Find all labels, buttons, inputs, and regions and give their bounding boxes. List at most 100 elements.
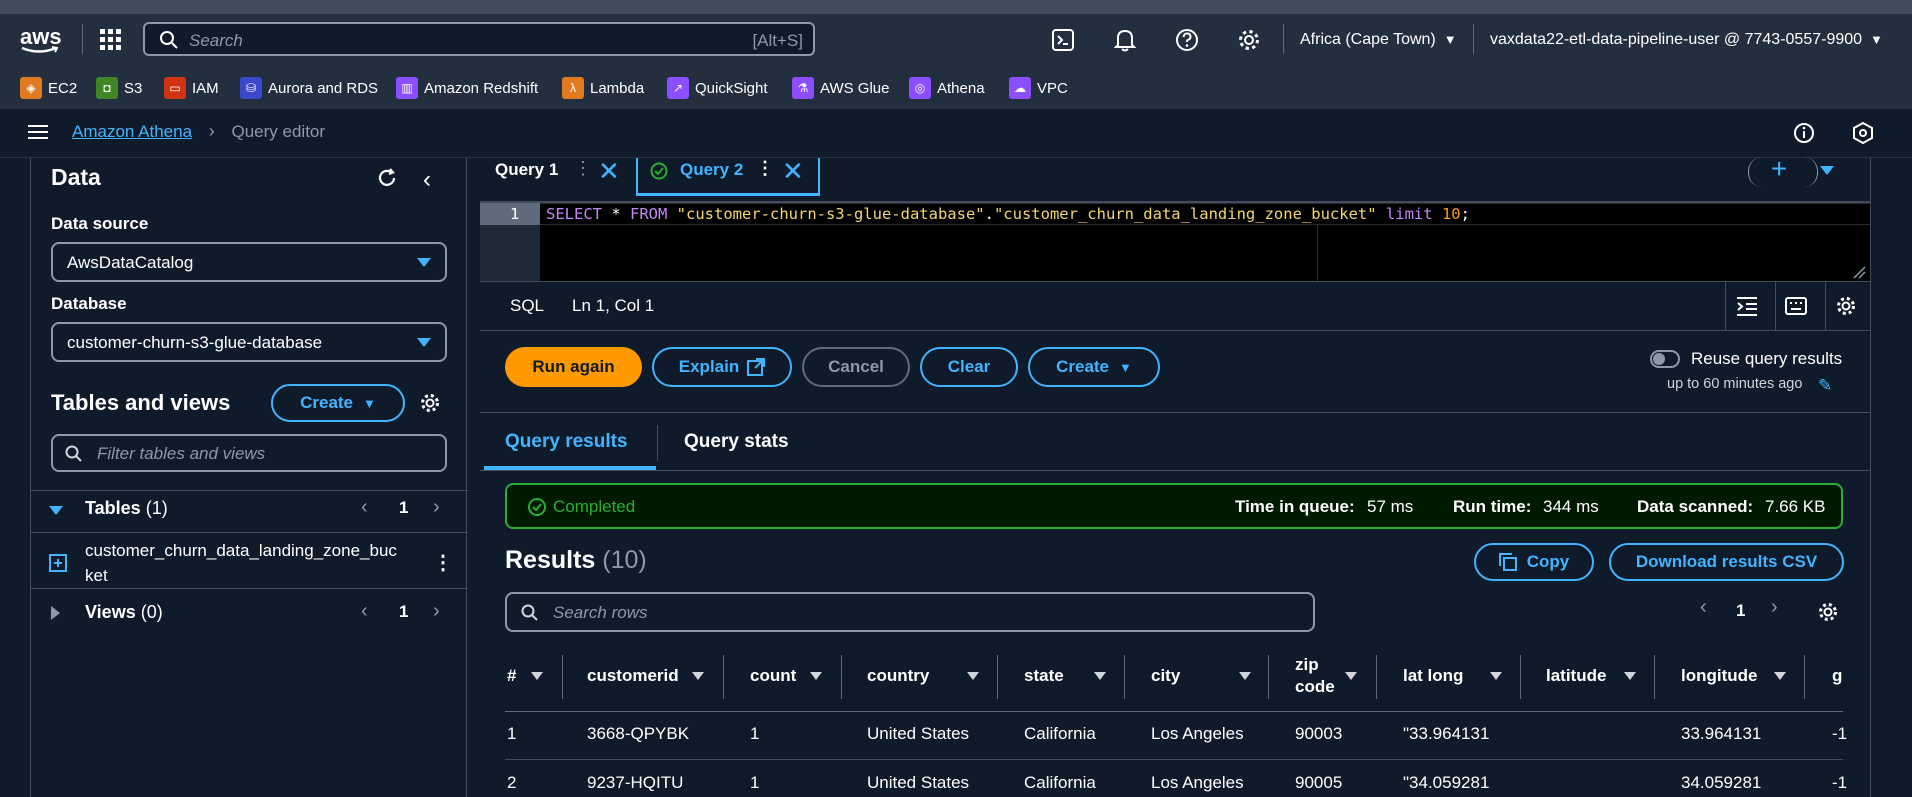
column-header-lat-long[interactable]: lat long bbox=[1403, 666, 1463, 686]
column-separator[interactable] bbox=[1804, 655, 1805, 699]
column-separator[interactable] bbox=[1520, 655, 1521, 699]
chevron-right-icon[interactable]: › bbox=[1771, 596, 1778, 619]
run-again-button[interactable]: Run again bbox=[505, 347, 642, 387]
tables-page-number[interactable]: 1 bbox=[399, 498, 408, 518]
reuse-results-toggle[interactable] bbox=[1650, 350, 1680, 368]
column-header-state[interactable]: state bbox=[1024, 666, 1064, 686]
column-header-country[interactable]: country bbox=[867, 666, 929, 686]
tables-section[interactable]: Tables (1) bbox=[85, 498, 168, 519]
sql-query-text[interactable]: SELECT * FROM "customer-churn-s3-glue-da… bbox=[546, 205, 1470, 223]
column-header-count[interactable]: count bbox=[750, 666, 796, 686]
column-separator[interactable] bbox=[1654, 655, 1655, 699]
favorite-ec2[interactable]: ◈ EC2 bbox=[20, 76, 77, 100]
column-separator[interactable] bbox=[997, 655, 998, 699]
database-select[interactable]: customer-churn-s3-glue-database bbox=[51, 322, 447, 362]
sort-caret-icon[interactable] bbox=[1624, 672, 1636, 680]
chevron-left-icon[interactable]: ‹ bbox=[1700, 596, 1707, 619]
sort-caret-icon[interactable] bbox=[1239, 672, 1251, 680]
favorite-iam[interactable]: ▭ IAM bbox=[164, 76, 219, 100]
cancel-button[interactable]: Cancel bbox=[802, 347, 910, 387]
help-icon[interactable] bbox=[1175, 28, 1199, 52]
sort-caret-icon[interactable] bbox=[967, 672, 979, 680]
favorite-lambda[interactable]: λ Lambda bbox=[562, 76, 644, 100]
chevron-right-icon[interactable]: › bbox=[433, 496, 440, 519]
global-search-input[interactable]: Search [Alt+S] bbox=[143, 22, 815, 56]
copy-button[interactable]: Copy bbox=[1474, 543, 1594, 581]
sort-caret-icon[interactable] bbox=[1774, 672, 1786, 680]
breadcrumb-athena-link[interactable]: Amazon Athena bbox=[72, 122, 192, 141]
notifications-bell-icon[interactable] bbox=[1114, 28, 1136, 52]
tutorial-icon[interactable] bbox=[1852, 122, 1874, 144]
tabs-menu-caret-icon[interactable] bbox=[1820, 166, 1834, 175]
caret-right-icon[interactable] bbox=[51, 606, 60, 620]
apps-grid-icon[interactable] bbox=[100, 29, 122, 51]
favorite-vpc[interactable]: ☁ VPC bbox=[1009, 76, 1068, 100]
preferences-gear-icon[interactable] bbox=[419, 392, 441, 414]
column-header-latitude[interactable]: latitude bbox=[1546, 666, 1606, 686]
tables-expand-toggle[interactable] bbox=[49, 502, 63, 520]
info-icon[interactable] bbox=[1793, 122, 1815, 144]
cloudshell-icon[interactable] bbox=[1052, 29, 1074, 51]
data-source-select[interactable]: AwsDataCatalog bbox=[51, 242, 447, 282]
column-separator[interactable] bbox=[1376, 655, 1377, 699]
download-csv-button[interactable]: Download results CSV bbox=[1609, 543, 1844, 581]
region-selector[interactable]: Africa (Cape Town) ▼ bbox=[1300, 31, 1457, 49]
favorite-redshift[interactable]: ▥ Amazon Redshift bbox=[396, 76, 538, 100]
keyboard-shortcuts-icon[interactable] bbox=[1785, 295, 1807, 317]
tab-query-stats[interactable]: Query stats bbox=[684, 431, 789, 453]
favorite-quicksight[interactable]: ↗ QuickSight bbox=[667, 76, 768, 100]
search-rows-input[interactable]: Search rows bbox=[505, 592, 1315, 632]
explain-button[interactable]: Explain bbox=[652, 347, 792, 387]
edit-pencil-icon[interactable]: ✎ bbox=[1818, 376, 1832, 396]
editor-settings-gear-icon[interactable] bbox=[1835, 295, 1857, 317]
favorite-glue[interactable]: ⚗ AWS Glue bbox=[792, 76, 889, 100]
column-separator[interactable] bbox=[1268, 655, 1269, 699]
column-header-longitude[interactable]: longitude bbox=[1681, 666, 1757, 686]
sort-caret-icon[interactable] bbox=[810, 672, 822, 680]
tab-options-icon[interactable]: ⋮ bbox=[756, 158, 774, 179]
format-query-icon[interactable] bbox=[1736, 295, 1758, 317]
resize-handle-icon[interactable] bbox=[1852, 265, 1866, 279]
sort-caret-icon[interactable] bbox=[1345, 672, 1357, 680]
sort-caret-icon[interactable] bbox=[531, 672, 543, 680]
filter-tables-input[interactable]: Filter tables and views bbox=[51, 434, 447, 472]
account-menu[interactable]: vaxdata22-etl-data-pipeline-user @ 7743-… bbox=[1490, 31, 1883, 49]
column-separator[interactable] bbox=[723, 655, 724, 699]
column-separator[interactable] bbox=[841, 655, 842, 699]
table-item[interactable]: customer_churn_data_landing_zone_buc ket bbox=[85, 538, 397, 588]
favorite-s3[interactable]: ◘ S3 bbox=[96, 76, 142, 100]
table-expand-icon[interactable] bbox=[49, 554, 67, 572]
create-table-button[interactable]: Create ▼ bbox=[271, 384, 405, 422]
chevron-left-icon[interactable]: ‹ bbox=[361, 496, 368, 519]
column-header-truncated[interactable]: g bbox=[1832, 666, 1842, 686]
views-section[interactable]: Views (0) bbox=[85, 602, 163, 623]
favorite-athena[interactable]: ◎ Athena bbox=[909, 76, 985, 100]
menu-hamburger-icon[interactable] bbox=[28, 123, 48, 141]
tab-options-icon[interactable]: ⋮ bbox=[574, 158, 592, 179]
collapse-panel-icon[interactable]: ‹ bbox=[423, 166, 431, 194]
table-actions-icon[interactable]: ⋮ bbox=[433, 550, 453, 575]
tab-query-results[interactable]: Query results bbox=[505, 431, 628, 453]
results-page-number[interactable]: 1 bbox=[1736, 601, 1745, 621]
sort-caret-icon[interactable] bbox=[1094, 672, 1106, 680]
sql-editor[interactable]: 1 SELECT * FROM "customer-churn-s3-glue-… bbox=[480, 201, 1870, 283]
sort-caret-icon[interactable] bbox=[1490, 672, 1502, 680]
tab-query-1[interactable]: Query 1 bbox=[495, 160, 558, 180]
close-tab-icon[interactable]: ✕ bbox=[598, 156, 620, 187]
column-separator[interactable] bbox=[562, 655, 563, 699]
column-separator[interactable] bbox=[1124, 655, 1125, 699]
views-page-number[interactable]: 1 bbox=[399, 602, 408, 622]
column-header-zip-code[interactable]: zip code bbox=[1295, 654, 1335, 698]
column-header-index[interactable]: # bbox=[507, 666, 516, 686]
column-header-customerid[interactable]: customerid bbox=[587, 666, 679, 686]
refresh-icon[interactable] bbox=[375, 166, 399, 190]
table-preferences-gear-icon[interactable] bbox=[1817, 601, 1839, 623]
sort-caret-icon[interactable] bbox=[692, 672, 704, 680]
favorite-aurora-rds[interactable]: ⛁ Aurora and RDS bbox=[240, 76, 378, 100]
settings-gear-icon[interactable] bbox=[1237, 28, 1261, 52]
chevron-right-icon[interactable]: › bbox=[433, 600, 440, 623]
chevron-left-icon[interactable]: ‹ bbox=[361, 600, 368, 623]
add-tab-button[interactable]: + bbox=[1748, 153, 1818, 187]
column-header-city[interactable]: city bbox=[1151, 666, 1180, 686]
close-tab-icon[interactable]: ✕ bbox=[782, 156, 804, 187]
